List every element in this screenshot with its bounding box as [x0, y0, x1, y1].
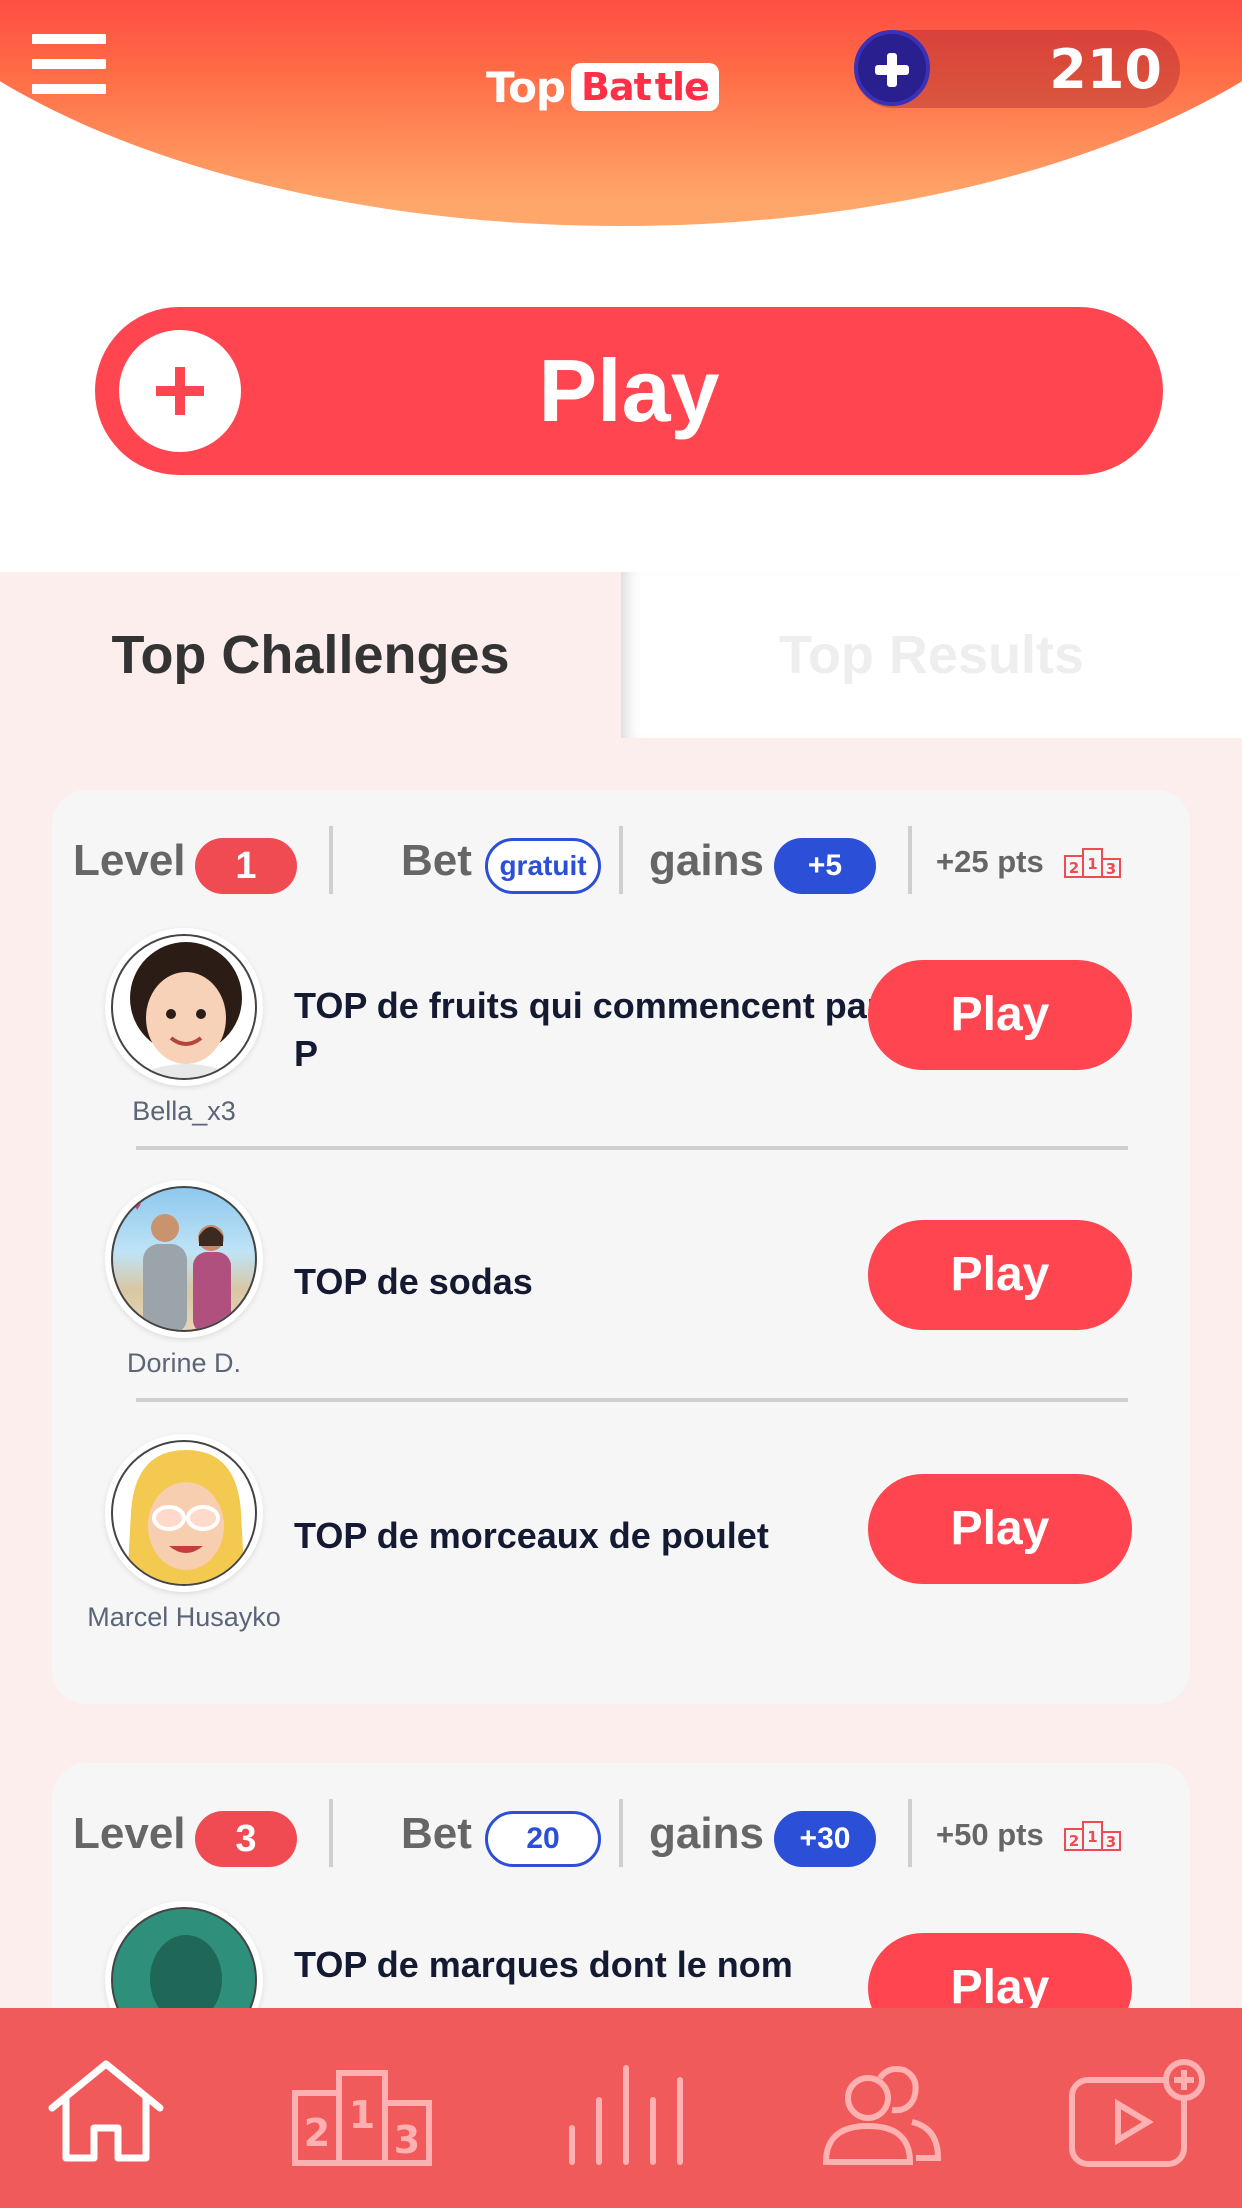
gains-label: gains: [649, 836, 764, 885]
logo-battle-box: Bat tle: [571, 63, 719, 111]
gains-badge: +30: [774, 1811, 876, 1867]
app-header: Top Bat tle 210: [0, 0, 1242, 230]
level-badge: 3: [195, 1811, 297, 1867]
svg-text:2: 2: [1069, 859, 1079, 877]
podium-nav-icon[interactable]: 2 13: [292, 2058, 432, 2168]
author-name: Dorine D.: [126, 1348, 242, 1378]
photo-couple-icon: ♥ ♥: [133, 1197, 231, 1332]
home-icon[interactable]: [36, 2058, 176, 2168]
challenge-row: Marcel Husayko TOP de morceaux de poulet…: [52, 1434, 1190, 1650]
points-label: +25 pts: [936, 844, 1044, 879]
svg-text:2: 2: [304, 2111, 330, 2155]
svg-text:1: 1: [349, 2093, 375, 2137]
main-play-button[interactable]: Play: [95, 307, 1163, 475]
tab-top-challenges[interactable]: Top Challenges: [0, 572, 621, 738]
challenge-title: TOP de sodas: [294, 1261, 533, 1302]
svg-text:1: 1: [1087, 1828, 1097, 1846]
app-logo: Top Bat tle: [486, 55, 719, 119]
level-badge: 1: [195, 838, 297, 894]
svg-text:♥: ♥: [133, 1315, 143, 1332]
cartoon-avatar-curly-hair-icon: [130, 942, 242, 1078]
play-button[interactable]: Play: [868, 1474, 1132, 1584]
gains-badge: +5: [774, 838, 876, 894]
divider: [329, 1799, 333, 1867]
author-name: Marcel Husayko: [87, 1602, 281, 1632]
divider: [908, 826, 912, 894]
play-button[interactable]: Play: [868, 1220, 1132, 1330]
divider: [619, 1799, 623, 1867]
level-label: Level: [73, 836, 186, 885]
card-header: Level 1 Bet gratuit gains +5 +25 pts 213: [52, 826, 1190, 912]
bet-badge: 20: [485, 1811, 601, 1867]
divider: [619, 826, 623, 894]
challenge-card: Level 1 Bet gratuit gains +5 +25 pts 213: [52, 790, 1190, 1704]
challenge-row: Bella_x3 TOP de fruits qui commencent pa…: [52, 928, 1190, 1144]
hamburger-menu-icon[interactable]: [32, 34, 106, 98]
challenge-title: TOP de fruits qui commencent par P: [294, 985, 881, 1074]
avatar[interactable]: [105, 928, 263, 1086]
gains-label: gains: [649, 1809, 764, 1858]
bottom-navigation: 213: [0, 2008, 1242, 2208]
podium-icon: 213: [1064, 848, 1121, 878]
stats-icon[interactable]: [554, 2058, 694, 2168]
svg-text:2: 2: [1069, 1832, 1079, 1850]
tab-top-results[interactable]: Top Results: [621, 572, 1242, 738]
podium-icon: 213: [1064, 1821, 1121, 1851]
bet-label: Bet: [401, 836, 472, 885]
video-add-icon[interactable]: [1066, 2058, 1206, 2168]
avatar[interactable]: [105, 1434, 263, 1592]
challenge-row: ♥ ♥ Dorine D. TOP de sodas Play: [52, 1180, 1190, 1396]
bet-label: Bet: [401, 1809, 472, 1858]
friends-icon[interactable]: [808, 2058, 948, 2168]
points-label: +50 pts: [936, 1817, 1044, 1852]
svg-text:♥: ♥: [133, 1197, 141, 1213]
row-divider: [136, 1146, 1128, 1150]
divider: [908, 1799, 912, 1867]
level-label: Level: [73, 1809, 186, 1858]
row-divider: [136, 1398, 1128, 1402]
svg-text:3: 3: [394, 2118, 420, 2162]
add-coins-icon[interactable]: [854, 30, 930, 106]
author-name: Bella_x3: [132, 1096, 236, 1126]
coins-balance: 210: [854, 30, 1180, 108]
bet-badge: gratuit: [485, 838, 601, 894]
avatar[interactable]: ♥ ♥: [105, 1180, 263, 1338]
play-button[interactable]: Play: [868, 960, 1132, 1070]
challenge-title: TOP de marques dont le nom: [294, 1944, 793, 1985]
tab-bar: Top Challenges Top Results: [0, 572, 1242, 738]
svg-text:1: 1: [1087, 855, 1097, 873]
card-header: Level 3 Bet 20 gains +30 +50 pts 213: [52, 1799, 1190, 1885]
challenge-title: TOP de morceaux de poulet: [294, 1515, 769, 1556]
cartoon-avatar-blonde-sunglasses-icon: [127, 1450, 245, 1584]
svg-text:3: 3: [1106, 1833, 1116, 1851]
divider: [329, 826, 333, 894]
svg-text:3: 3: [1106, 860, 1116, 878]
coins-value: 210: [1049, 38, 1162, 101]
